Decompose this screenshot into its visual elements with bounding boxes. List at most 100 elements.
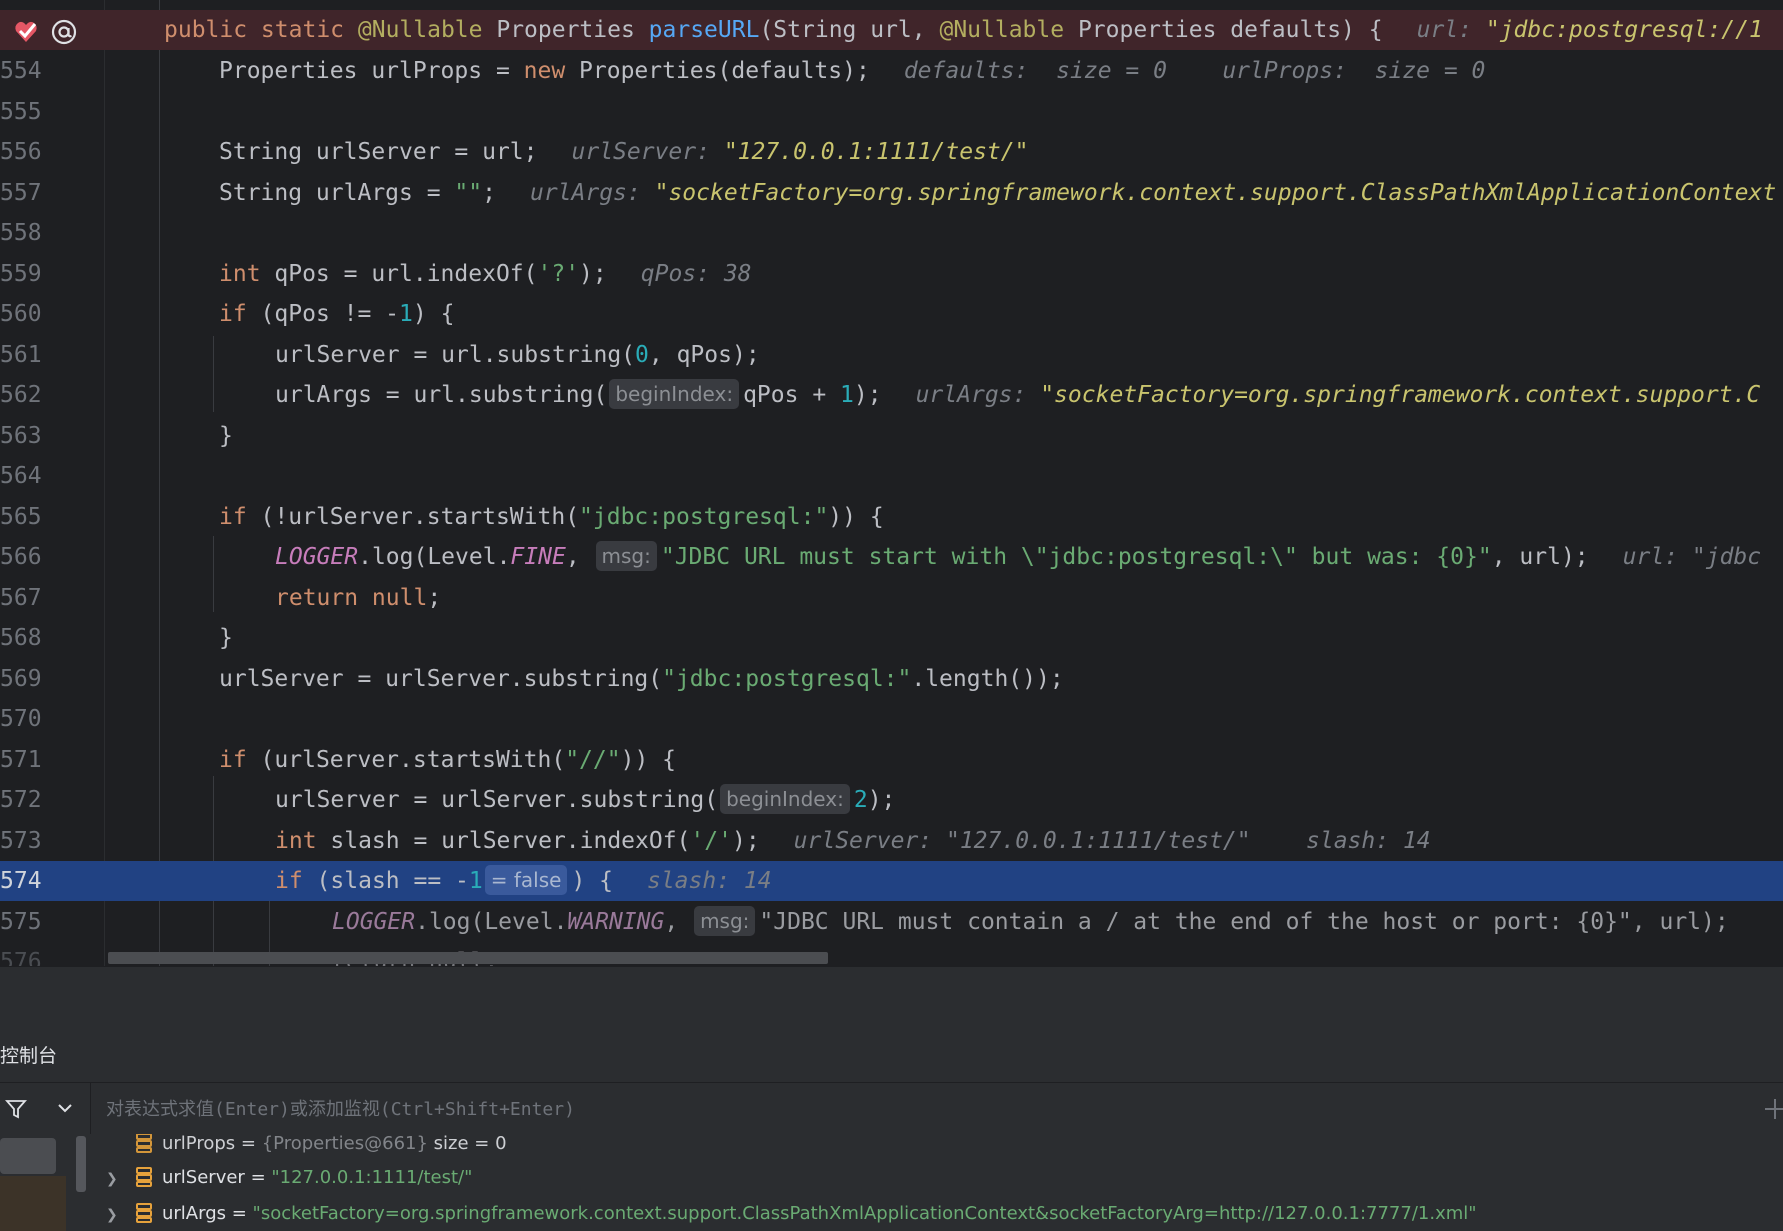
line-number[interactable]: 555 (0, 92, 42, 132)
code-token: ) { (571, 868, 613, 894)
inline-debug-value[interactable]: urlArgs: "socketFactory=org.springframew… (530, 180, 1776, 206)
code-line[interactable]: 557 String urlArgs = ""; urlArgs: "socket… (0, 173, 1783, 213)
line-number[interactable]: 563 (0, 416, 42, 456)
line-number[interactable]: 565 (0, 497, 42, 537)
evaluate-expression-input[interactable] (92, 1083, 1742, 1135)
code-line-breakpoint[interactable]: public static @Nullable Properties parse… (0, 10, 1783, 50)
code-line[interactable]: 564 (0, 456, 1783, 496)
line-number[interactable]: 568 (0, 618, 42, 658)
variable-row[interactable]: ❯ urlServer = "127.0.0.1:1111/test/" (106, 1160, 472, 1196)
code-line[interactable]: 565 if (!urlServer.startsWith("jdbc:post… (0, 497, 1783, 537)
chevron-right-icon[interactable]: ❯ (106, 1197, 136, 1231)
inline-debug-value[interactable]: urlServer: "127.0.0.1:1111/test/" (572, 139, 1029, 165)
line-number[interactable]: 558 (0, 213, 42, 253)
variables-panel[interactable]: urlProps = {Properties@661} size = 0 ❯ ur… (0, 1134, 1783, 1231)
code-line[interactable]: 571 if (urlServer.startsWith("//")) { (0, 740, 1783, 780)
code-line[interactable]: 560 if (qPos != -1) { (0, 294, 1783, 334)
code-text: LOGGER.log(Level.FINE, msg: "JDBC URL mus… (275, 537, 1761, 577)
code-line[interactable]: 568 } (0, 618, 1783, 658)
inline-debug-value[interactable]: urlServer: "127.0.0.1:1111/test/" slash:… (794, 828, 1431, 854)
code-token: (String url, (759, 17, 940, 43)
string-literal: "JDBC URL must start with \"jdbc:postgre… (660, 544, 1492, 570)
add-watch-icon[interactable] (1757, 1095, 1783, 1123)
char-literal: '/' (690, 828, 732, 854)
chevron-right-icon[interactable]: ❯ (106, 1161, 136, 1197)
breakpoint-check-icon[interactable] (12, 18, 40, 46)
line-number[interactable]: 554 (0, 51, 42, 91)
frames-panel[interactable] (0, 1134, 70, 1231)
code-line[interactable]: 570 (0, 699, 1783, 739)
code-line[interactable]: 555 (0, 92, 1783, 132)
static-field: WARNING (567, 909, 665, 935)
chevron-down-icon[interactable] (54, 1097, 76, 1119)
code-line[interactable]: 559 int qPos = url.indexOf('?'); qPos: 38 (0, 254, 1783, 294)
variable-row[interactable]: ❯ urlArgs = "socketFactory=org.springfram… (106, 1196, 1477, 1231)
line-number[interactable]: 574 (0, 861, 42, 901)
line-number[interactable]: 575 (0, 902, 42, 942)
code-line[interactable]: 558 (0, 213, 1783, 253)
code-line[interactable]: 569 urlServer = urlServer.substring("jdb… (0, 659, 1783, 699)
variable-name: urlServer (162, 1167, 245, 1188)
line-number[interactable]: 576 (0, 942, 42, 966)
line-number[interactable]: 557 (0, 173, 42, 213)
filter-icon[interactable] (4, 1097, 28, 1121)
string-literal: "" (454, 180, 483, 206)
code-token: ); (731, 828, 760, 854)
code-line[interactable]: 572 urlServer = urlServer.substring(begi… (0, 780, 1783, 820)
code-line[interactable]: 567 return null; (0, 578, 1783, 618)
line-number[interactable]: 562 (0, 375, 42, 415)
at-sign-icon[interactable] (50, 18, 78, 46)
line-number[interactable]: 566 (0, 537, 42, 577)
code-line[interactable]: 573 int slash = urlServer.indexOf('/'); u… (0, 821, 1783, 861)
line-number[interactable]: 556 (0, 132, 42, 172)
line-number[interactable]: 559 (0, 254, 42, 294)
inlay-name: url: (1622, 544, 1692, 570)
code-line[interactable]: 561 urlServer = url.substring(0, qPos); (0, 335, 1783, 375)
string-literal: "//" (565, 747, 621, 773)
inline-debug-value[interactable]: urlArgs: "socketFactory=org.springframew… (916, 382, 1761, 408)
line-number[interactable]: 564 (0, 456, 42, 496)
variable-equals: = (226, 1203, 253, 1224)
line-number[interactable]: 569 (0, 659, 42, 699)
code-line[interactable]: 563 } (0, 416, 1783, 456)
code-line-execution-point[interactable]: 574 if (slash == -1 = false) {slash: 14 (0, 861, 1783, 901)
code-token: .length()); (911, 666, 1064, 692)
inline-debug-value[interactable]: defaults: size = 0 urlProps: size = 0 (904, 58, 1486, 84)
number-literal: 0 (635, 342, 649, 368)
line-number[interactable]: 571 (0, 740, 42, 780)
field-icon (136, 1164, 152, 1187)
inline-debug-value[interactable]: url: "jdbc:postgresql://1 (1417, 17, 1763, 43)
code-token: .log(Level. (358, 544, 511, 570)
line-number[interactable]: 560 (0, 294, 42, 334)
code-line[interactable]: 566 LOGGER.log(Level.FINE, msg: "JDBC URL… (0, 537, 1783, 577)
variable-value: {Properties@661} (261, 1134, 428, 1154)
code-token: )) { (620, 747, 676, 773)
inline-debug-value[interactable]: slash: 14 (647, 868, 772, 894)
code-token: ); (579, 261, 607, 287)
inlay-name: url: (1416, 17, 1486, 43)
method-name: parseURL (648, 17, 760, 43)
number-literal: 1 (468, 868, 483, 894)
line-number[interactable]: 570 (0, 699, 42, 739)
code-token: qPos + (743, 382, 841, 408)
inline-debug-value[interactable]: qPos: 38 (641, 261, 752, 287)
variable-row[interactable]: urlProps = {Properties@661} size = 0 (136, 1134, 507, 1162)
line-number[interactable]: 561 (0, 335, 42, 375)
evaluate-expression-bar (0, 1082, 1783, 1136)
code-line[interactable]: 575 LOGGER.log(Level.WARNING, msg: "JDBC … (0, 902, 1783, 942)
inline-debug-value[interactable]: url: "jdbc (1623, 544, 1762, 570)
code-line[interactable]: 554 Properties urlProps = new Properties… (0, 51, 1783, 91)
code-line[interactable]: 562 urlArgs = url.substring(beginIndex: q… (0, 375, 1783, 415)
line-number[interactable]: 573 (0, 821, 42, 861)
code-editor[interactable]: public static @Nullable Properties parse… (0, 0, 1783, 966)
annotation: @Nullable (939, 17, 1065, 43)
char-literal: '?' (537, 261, 580, 287)
line-number[interactable]: 572 (0, 780, 42, 820)
console-tab[interactable]: 控制台 (0, 1030, 57, 1082)
code-line[interactable]: 556 String urlServer = url; urlServer: "1… (0, 132, 1783, 172)
horizontal-scrollbar[interactable] (108, 952, 828, 964)
vertical-scrollbar[interactable] (76, 1136, 86, 1192)
line-number[interactable]: 567 (0, 578, 42, 618)
frame-item[interactable] (0, 1138, 56, 1174)
frame-item-selected[interactable] (0, 1176, 66, 1231)
